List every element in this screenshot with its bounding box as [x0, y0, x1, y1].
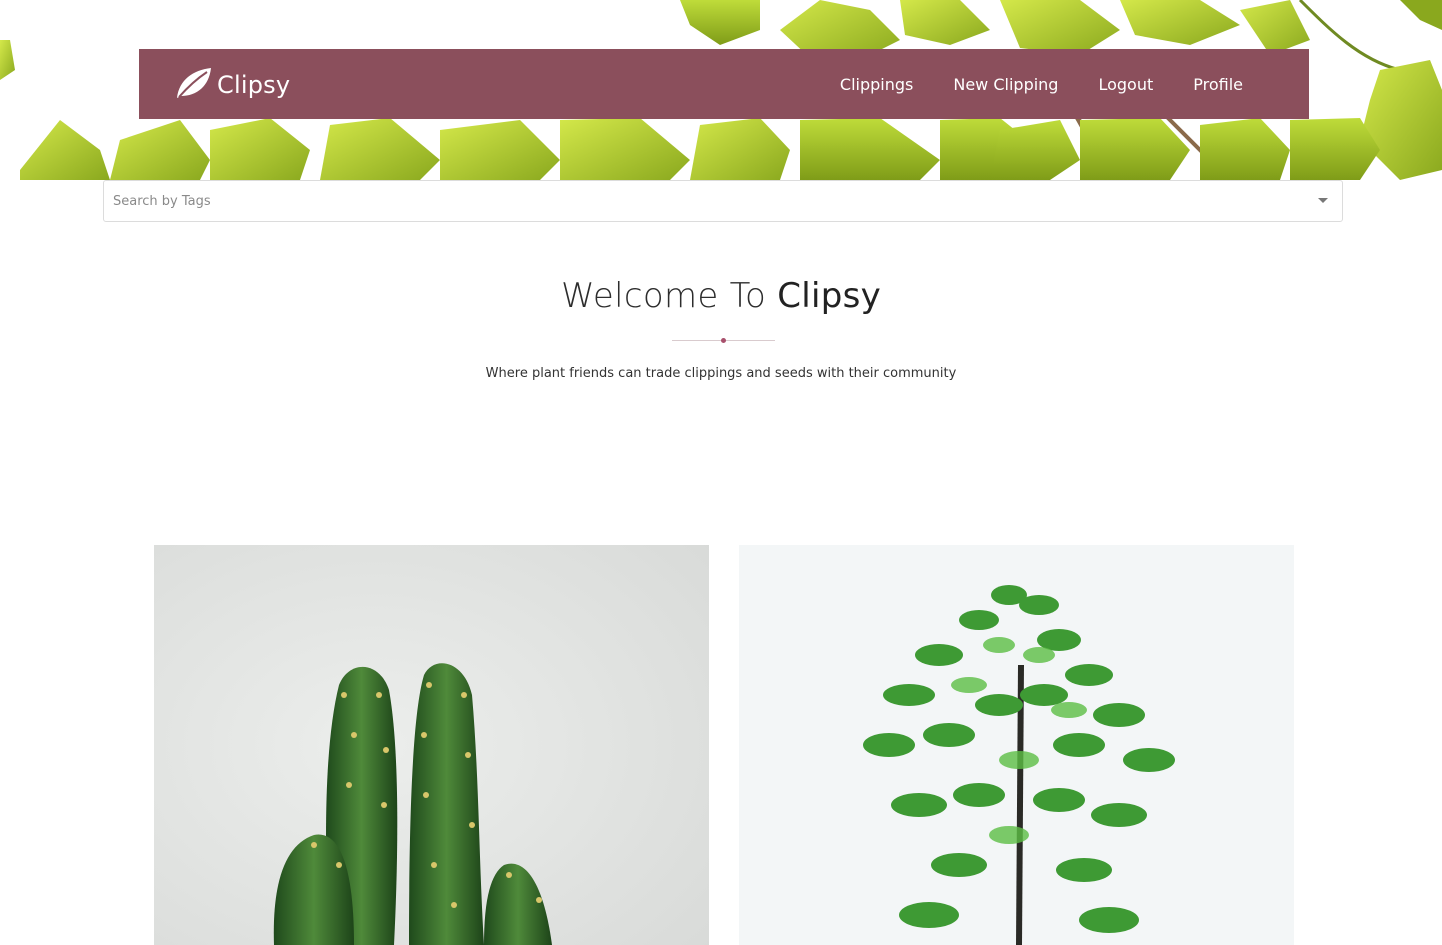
- tagline: Where plant friends can trade clippings …: [485, 366, 957, 381]
- title-divider: [672, 338, 775, 343]
- caret-down-icon[interactable]: [1318, 198, 1328, 203]
- clipping-card-umbrella-plant[interactable]: [739, 545, 1294, 945]
- cactus-photo: [154, 545, 709, 945]
- tag-search-input[interactable]: [104, 181, 1293, 221]
- page: Clipsy Clippings New Clipping Logout Pro…: [0, 0, 1442, 945]
- navbar: Clipsy Clippings New Clipping Logout Pro…: [139, 49, 1309, 119]
- page-title-emphasis: Clipsy: [777, 276, 882, 316]
- nav-link-logout[interactable]: Logout: [1098, 75, 1153, 94]
- nav-links: Clippings New Clipping Logout Profile: [840, 49, 1243, 119]
- umbrella-plant-photo: [739, 545, 1294, 945]
- nav-link-clippings[interactable]: Clippings: [840, 75, 913, 94]
- nav-link-profile[interactable]: Profile: [1193, 75, 1243, 94]
- tag-search-select[interactable]: [103, 180, 1343, 222]
- brand-logo[interactable]: Clipsy: [175, 67, 290, 103]
- leaf-icon: [175, 66, 213, 104]
- brand-name: Clipsy: [217, 71, 291, 99]
- clipping-card-cactus[interactable]: [154, 545, 709, 945]
- page-title: Welcome To Clipsy: [0, 276, 1442, 316]
- divider-dot: [721, 338, 726, 343]
- page-title-prefix: Welcome To: [560, 276, 778, 316]
- nav-link-new-clipping[interactable]: New Clipping: [953, 75, 1058, 94]
